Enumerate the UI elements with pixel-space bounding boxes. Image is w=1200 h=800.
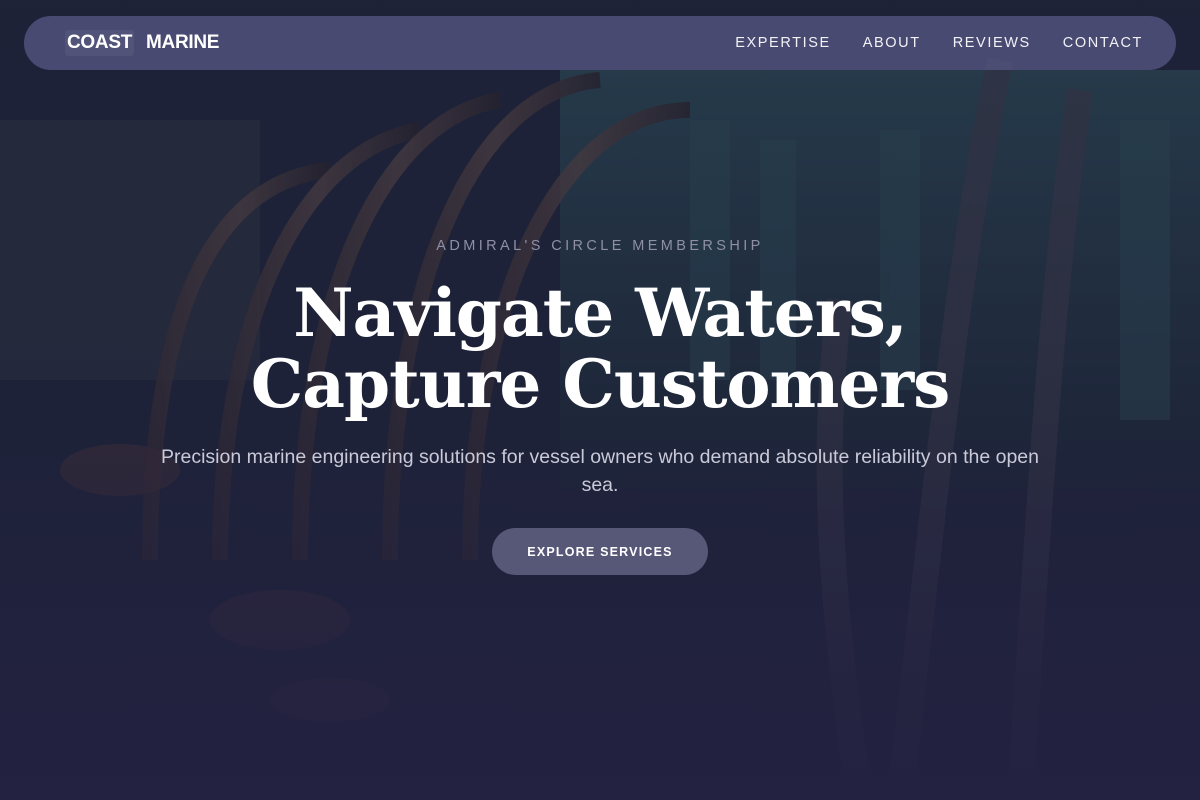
headline-line-2: Capture Customers: [250, 345, 951, 423]
hero-eyebrow: ADMIRAL'S CIRCLE MEMBERSHIP: [436, 238, 764, 254]
brand-word-coast: COAST: [65, 30, 135, 56]
nav-link-expertise[interactable]: EXPERTISE: [735, 35, 831, 51]
top-navigation-bar: COAST MARINE EXPERTISE ABOUT REVIEWS CON…: [24, 16, 1176, 70]
brand-logo[interactable]: COAST MARINE: [65, 30, 219, 56]
explore-services-button[interactable]: EXPLORE SERVICES: [492, 528, 708, 575]
nav-links: EXPERTISE ABOUT REVIEWS CONTACT: [735, 35, 1143, 51]
nav-link-reviews[interactable]: REVIEWS: [953, 35, 1031, 51]
hero-section: COAST MARINE EXPERTISE ABOUT REVIEWS CON…: [0, 0, 1200, 800]
nav-link-about[interactable]: ABOUT: [863, 35, 921, 51]
headline-line-1: Navigate Waters,: [293, 274, 907, 352]
brand-word-marine: MARINE: [146, 32, 220, 53]
nav-link-contact[interactable]: CONTACT: [1063, 35, 1143, 51]
hero-subtitle: Precision marine engineering solutions f…: [160, 446, 1039, 496]
hero-headline: Navigate Waters, Capture Customers: [0, 278, 1200, 420]
